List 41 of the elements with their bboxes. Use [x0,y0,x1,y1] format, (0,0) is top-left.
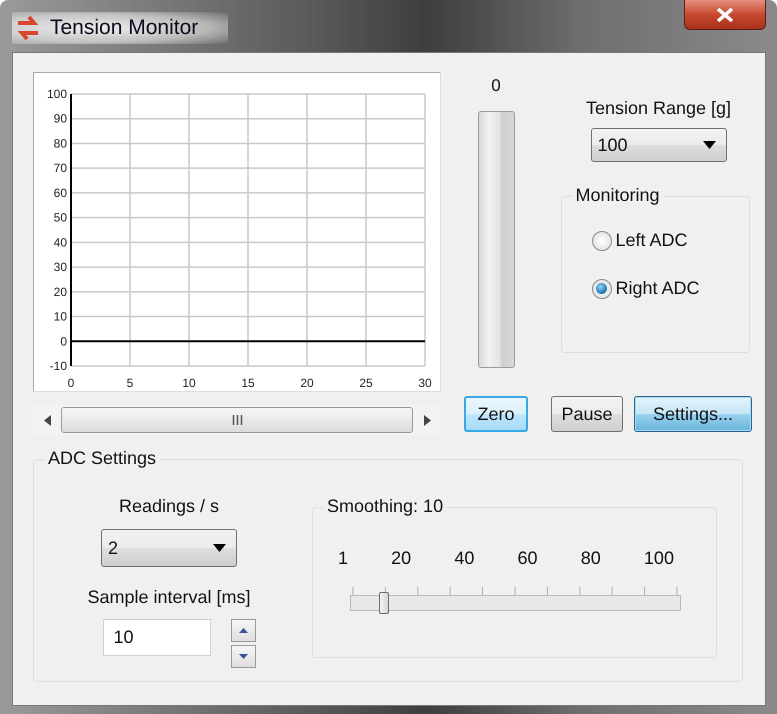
scale-label: 60 [518,548,538,569]
radio-label: Left ADC [616,230,688,251]
scale-label: 1 [338,548,348,569]
y-tick-label: 60 [54,186,67,200]
scale-label: 100 [644,548,674,569]
readings-dropdown[interactable]: 2 [101,529,237,567]
x-tick-label: 25 [359,376,373,390]
scale-label: 20 [391,548,412,569]
y-tick-label: 40 [54,235,67,250]
y-tick-label: 0 [60,334,67,348]
tension-range-label: Tension Range [g] [586,98,732,119]
tension-range-dropdown[interactable]: 100 [590,128,726,162]
scale-label: 40 [454,548,474,569]
y-tick-label: 20 [54,284,67,299]
group-title: Monitoring [576,185,660,205]
y-tick-label: 90 [54,112,67,126]
y-tick-label: 80 [54,136,67,150]
zero-button[interactable]: Zero [464,396,528,432]
y-tick-label: 30 [54,260,67,274]
x-tick-label: 5 [126,376,134,390]
y-tick-label: 50 [54,210,67,225]
group-title: Smoothing: 10 [327,496,444,516]
y-tick-label: -10 [50,359,67,373]
x-tick-label: 20 [300,376,314,390]
y-tick-label: 100 [46,87,67,101]
readings-label: Readings / s [118,496,220,517]
sample-interval-field[interactable]: 10 [102,619,210,656]
x-tick-label: 0 [68,376,74,390]
x-tick-label: 30 [418,376,432,390]
radio-label: Right ADC [616,278,700,299]
meter-reading: 0 [491,76,501,96]
scale-label: 80 [580,548,601,569]
pause-button[interactable]: Pause [551,396,623,432]
sample-interval-label: Sample interval [ms] [87,587,251,608]
x-tick-label: 15 [241,376,255,390]
settings-button[interactable]: Settings... [634,396,752,432]
group-title: ADC Settings [48,448,156,468]
y-tick-label: 10 [54,310,67,324]
window-title: Tension Monitor [50,16,198,40]
x-tick-label: 10 [182,376,196,390]
y-tick-label: 70 [54,161,67,176]
